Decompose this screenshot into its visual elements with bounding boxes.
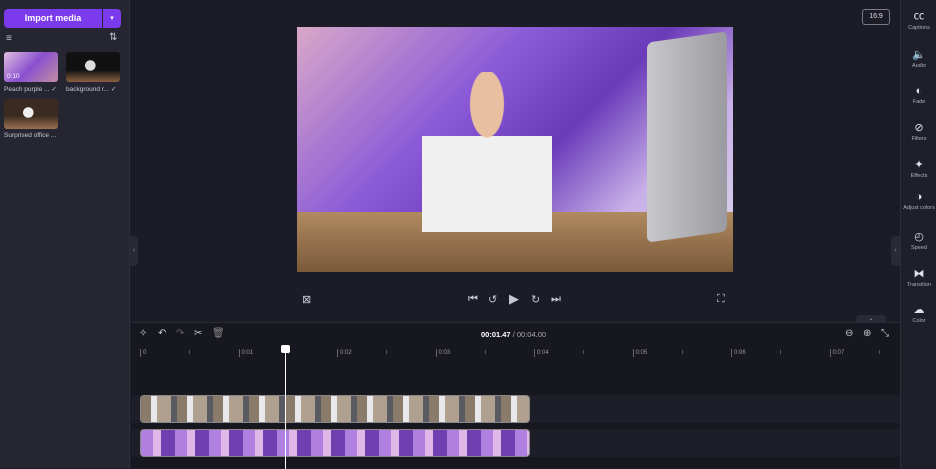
ruler-tick bbox=[140, 349, 141, 357]
tool-label: Audio bbox=[911, 63, 927, 69]
ruler-minor-tick bbox=[681, 350, 683, 354]
magic-icon[interactable]: ✧ bbox=[139, 328, 147, 339]
rewind-5-icon[interactable]: ↺ bbox=[488, 293, 497, 306]
ruler-tick bbox=[435, 349, 437, 357]
media-caption: background r... ✓ bbox=[66, 86, 117, 93]
ruler-tick bbox=[534, 349, 535, 357]
media-thumbnail[interactable] bbox=[66, 52, 120, 82]
media-caption: Peach purple ... ✓ bbox=[4, 86, 57, 93]
collapse-right-panel-button[interactable]: ‹ bbox=[891, 236, 900, 266]
tool-audio[interactable]: 🔈 Audio bbox=[901, 48, 936, 69]
delete-icon[interactable]: 🗑 bbox=[212, 328, 225, 339]
collapse-left-panel-button[interactable]: ‹ bbox=[130, 236, 138, 266]
tool-fade[interactable]: ◐ Fade bbox=[901, 85, 936, 105]
timeline: ⌄ ✧ ↶ ↷ ✂ 🗑 00:01.47 / 00:04.00 ⊖ ⊕ ⤡ 00… bbox=[131, 315, 900, 469]
audio-icon: 🔈 bbox=[912, 49, 926, 61]
time-ruler[interactable]: 0 0:01 0:02 0:03 0:04 0:05 0:06 0:07 bbox=[131, 346, 900, 360]
minimize-timeline-chevron-icon[interactable]: ⌄ bbox=[856, 315, 886, 323]
ruler-minor-tick bbox=[583, 350, 585, 354]
video-clip[interactable] bbox=[140, 395, 530, 423]
time-display: 00:01.47 / 00:04.00 bbox=[481, 330, 547, 339]
ruler-label: 0:05 bbox=[635, 350, 648, 356]
media-caption: Surprised office ... bbox=[4, 132, 57, 139]
adjust-colors-icon: ◑ bbox=[915, 191, 923, 203]
split-scissors-icon[interactable]: ✂ bbox=[194, 328, 202, 339]
playhead-handle[interactable] bbox=[280, 345, 290, 353]
ruler-minor-tick bbox=[386, 350, 388, 354]
tool-label: Fade bbox=[912, 99, 926, 105]
ruler-label: 0:03 bbox=[438, 350, 451, 356]
tool-label: Speed bbox=[911, 245, 927, 251]
ruler-label: 0:02 bbox=[340, 350, 352, 356]
properties-toolbar: ㏄ Captions 🔈 Audio ◐ Fade ⊘ Filters ✦ Effects ◑ Adj… bbox=[900, 0, 936, 468]
fade-icon: ◐ bbox=[915, 85, 923, 97]
tool-speed[interactable]: ◴ Speed bbox=[901, 230, 936, 251]
ruler-label: 0:04 bbox=[537, 350, 549, 356]
forward-5-icon[interactable]: ↻ bbox=[531, 293, 540, 306]
filters-icon: ⊘ bbox=[914, 122, 924, 134]
aspect-ratio-button[interactable]: 16:9 bbox=[862, 9, 890, 25]
ruler-label: 0:06 bbox=[734, 350, 746, 356]
palette-icon: ☁ bbox=[913, 304, 925, 316]
ruler-tick bbox=[731, 349, 732, 357]
transition-icon: ⧓ bbox=[913, 268, 925, 280]
fit-timeline-icon[interactable]: ⤡ bbox=[881, 328, 889, 339]
ruler-label: 0 bbox=[143, 350, 147, 356]
media-panel: Import media ▾ ≡ ⇅ 0:10 Peach purple ...… bbox=[0, 0, 130, 468]
play-button[interactable]: ▶ bbox=[509, 291, 519, 307]
video-track bbox=[131, 429, 900, 457]
tool-transition[interactable]: ⧓ Transition bbox=[901, 267, 936, 288]
video-track bbox=[131, 395, 900, 423]
tool-label: Filters bbox=[911, 136, 927, 142]
ruler-minor-tick bbox=[780, 350, 782, 354]
ruler-tick bbox=[238, 349, 240, 357]
skip-back-icon[interactable]: ⏮ bbox=[468, 293, 478, 306]
speed-icon: ◴ bbox=[914, 231, 924, 243]
fullscreen-icon[interactable]: ⛶ bbox=[717, 293, 725, 306]
zoom-out-icon[interactable]: ⊖ bbox=[845, 328, 853, 339]
ruler-minor-tick bbox=[484, 350, 486, 354]
skip-forward-icon[interactable]: ⏭ bbox=[551, 293, 561, 306]
ruler-minor-tick bbox=[878, 350, 880, 354]
tool-filters[interactable]: ⊘ Filters bbox=[901, 121, 936, 142]
ruler-tick bbox=[829, 349, 831, 357]
playhead[interactable] bbox=[284, 345, 286, 469]
ruler-label: 0:07 bbox=[832, 350, 845, 356]
tool-label: Transition bbox=[907, 282, 931, 288]
ruler-minor-tick bbox=[189, 350, 191, 354]
effects-icon: ✦ bbox=[914, 159, 924, 171]
ruler-tick bbox=[632, 349, 634, 357]
zoom-in-icon[interactable]: ⊕ bbox=[863, 328, 871, 339]
tool-adjust-colors[interactable]: ◑ Adjust colors bbox=[901, 191, 936, 211]
duration-badge: 0:10 bbox=[7, 73, 20, 80]
ruler-tick bbox=[337, 349, 338, 357]
redo-icon[interactable]: ↷ bbox=[176, 328, 184, 339]
undo-icon[interactable]: ↶ bbox=[158, 328, 166, 339]
tool-label: Effects bbox=[910, 173, 928, 179]
filter-icon[interactable]: ≡ bbox=[6, 33, 12, 44]
ruler-label: 0:01 bbox=[241, 350, 254, 356]
check-icon: ✓ bbox=[51, 86, 57, 93]
media-thumbnail[interactable] bbox=[4, 99, 58, 129]
video-clip[interactable] bbox=[140, 429, 530, 457]
media-thumbnail[interactable]: 0:10 bbox=[4, 52, 58, 82]
import-dropdown-chevron-icon[interactable]: ▾ bbox=[103, 9, 121, 28]
tool-effects[interactable]: ✦ Effects bbox=[901, 158, 936, 179]
import-media-button[interactable]: Import media bbox=[4, 9, 102, 28]
captions-icon: ㏄ bbox=[913, 10, 925, 22]
sort-icon[interactable]: ⇅ bbox=[109, 32, 117, 43]
video-preview bbox=[297, 27, 733, 272]
tool-color[interactable]: ☁ Color bbox=[901, 303, 936, 324]
tool-label: Captions bbox=[908, 25, 930, 31]
hide-preview-icon[interactable]: ⊠ bbox=[302, 293, 311, 306]
tool-captions[interactable]: ㏄ Captions bbox=[901, 7, 936, 31]
tool-label: Color bbox=[912, 318, 926, 324]
check-icon: ✓ bbox=[110, 86, 117, 93]
tool-label: Adjust colors bbox=[903, 205, 935, 211]
